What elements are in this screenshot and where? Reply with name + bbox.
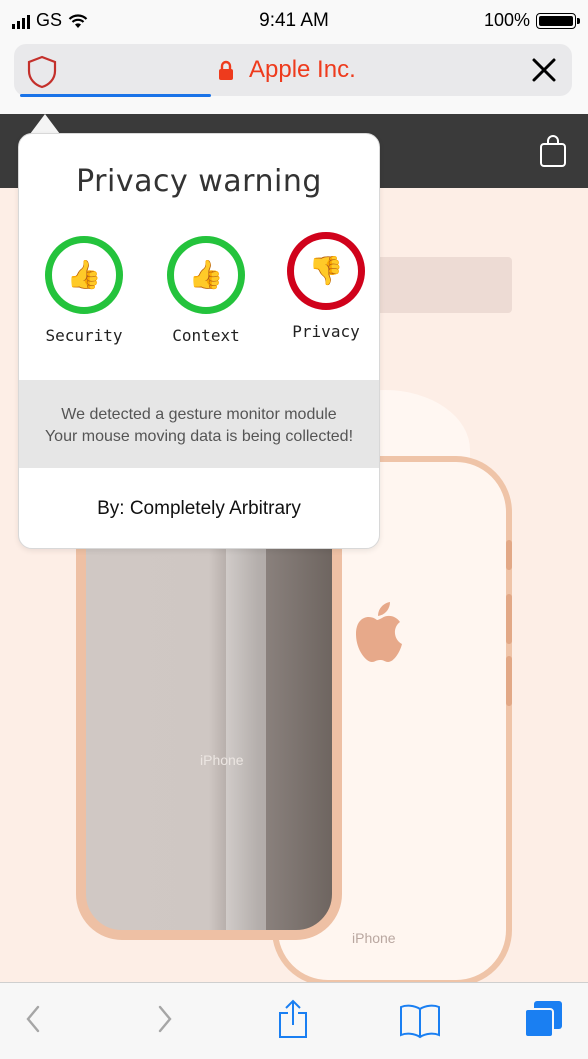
good-status-ring: 👍 — [45, 236, 123, 314]
battery-icon — [536, 12, 580, 29]
indicator-context[interactable]: 👍 Context — [151, 236, 261, 356]
tabs-icon[interactable] — [522, 999, 564, 1039]
url-bar[interactable]: Apple Inc. — [14, 44, 572, 97]
phone-front-label: iPhone — [200, 752, 244, 768]
close-icon[interactable] — [530, 56, 558, 84]
indicator-label: Security — [45, 326, 123, 345]
privacy-warning-popover: Privacy warning 👍 Security 👍 Context 👎 P… — [18, 133, 380, 549]
phone-back-label: iPhone — [352, 930, 396, 946]
bad-status-ring: 👎 — [287, 232, 365, 310]
indicator-security[interactable]: 👍 Security — [29, 236, 139, 356]
shopping-bag-icon[interactable] — [538, 134, 568, 168]
lock-icon — [219, 60, 233, 80]
forward-icon[interactable] — [154, 999, 176, 1039]
good-status-ring: 👍 — [167, 236, 245, 314]
bookmarks-icon[interactable] — [398, 999, 442, 1039]
back-icon[interactable] — [22, 999, 44, 1039]
status-bar: GS 9:41 AM 100% — [0, 0, 588, 44]
warning-message-box: We detected a gesture monitor module You… — [19, 380, 379, 468]
battery-percent: 100% — [483, 10, 530, 30]
phone-side-button — [506, 656, 512, 706]
attribution-text: By: Completely Arbitrary — [97, 498, 301, 519]
thumbs-up-icon: 👍 — [66, 259, 102, 290]
indicator-label: Privacy — [292, 322, 360, 341]
indicator-privacy[interactable]: 👎 Privacy — [271, 232, 379, 352]
warning-message-line2: Your mouse moving data is being collecte… — [44, 428, 354, 445]
popover-title: Privacy warning — [76, 164, 322, 199]
thumbs-up-icon: 👍 — [188, 259, 224, 290]
phone-side-button — [506, 540, 512, 570]
bottom-toolbar — [0, 982, 588, 1059]
shield-icon[interactable] — [26, 55, 58, 89]
warning-message-line1: We detected a gesture monitor module — [61, 406, 337, 423]
page-load-progress — [20, 94, 211, 97]
indicator-label: Context — [172, 326, 240, 345]
popover-pointer — [30, 114, 60, 134]
thumbs-down-icon: 👎 — [308, 255, 344, 286]
status-right: 100% — [483, 10, 580, 31]
site-title[interactable]: Apple Inc. — [249, 56, 356, 84]
url-bar-container: Apple Inc. — [0, 44, 588, 114]
apple-logo-icon — [356, 602, 402, 662]
phone-side-button — [506, 594, 512, 644]
share-icon[interactable] — [276, 999, 310, 1039]
phone-front-image — [76, 500, 342, 940]
